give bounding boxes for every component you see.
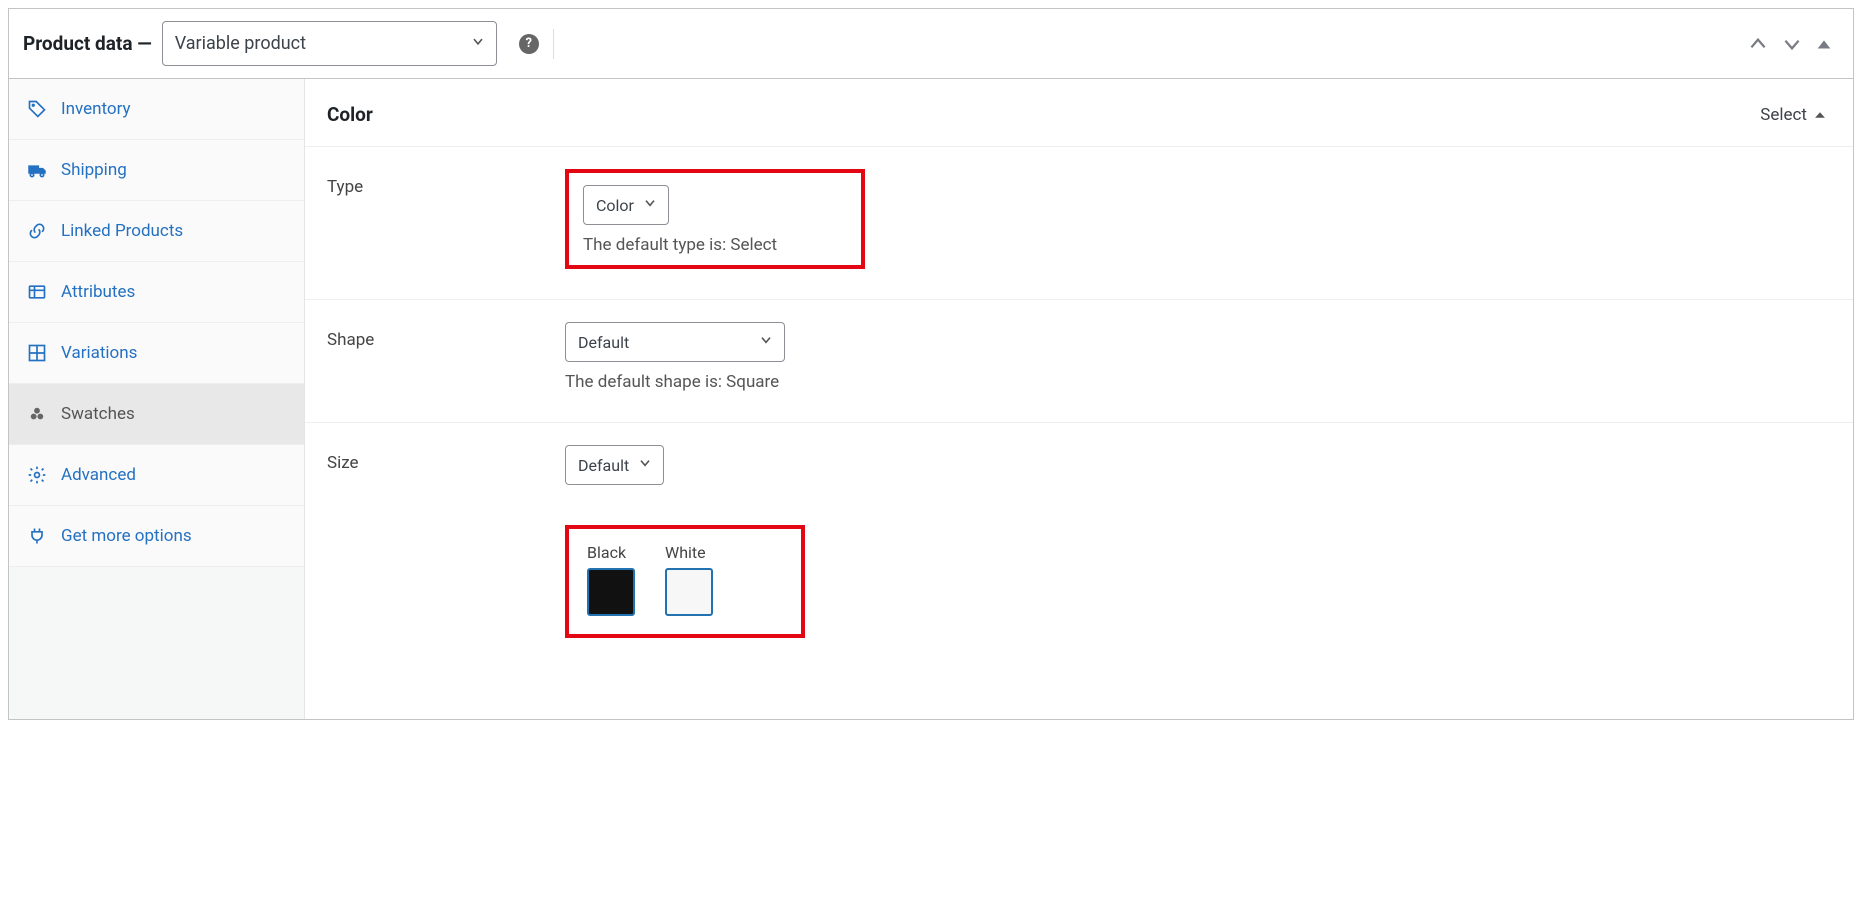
highlight-box-swatches: Black White xyxy=(565,525,805,638)
price-tag-icon xyxy=(27,99,47,119)
sidebar-item-attributes[interactable]: Attributes xyxy=(9,262,304,323)
shape-label: Shape xyxy=(327,322,565,350)
swatch-black[interactable] xyxy=(587,568,635,616)
sidebar-item-label: Variations xyxy=(61,343,137,363)
swatch-label: White xyxy=(665,543,706,562)
highlight-box-type: Color The default type is: Select xyxy=(565,169,865,269)
size-label: Size xyxy=(327,445,565,473)
row-type: Type Color The default type is: Select xyxy=(305,146,1853,299)
attribute-title: Color xyxy=(327,103,1760,126)
type-select[interactable]: Color xyxy=(583,185,669,225)
sidebar-item-linked-products[interactable]: Linked Products xyxy=(9,201,304,262)
chevron-down-icon xyxy=(758,332,774,352)
sidebar-item-label: Inventory xyxy=(61,99,131,119)
size-select[interactable]: Default xyxy=(565,445,664,485)
sidebar-item-advanced[interactable]: Advanced xyxy=(9,445,304,506)
plug-icon xyxy=(27,526,47,546)
shape-select[interactable]: Default xyxy=(565,322,785,362)
sidebar-item-swatches[interactable]: Swatches xyxy=(9,384,304,445)
product-type-select[interactable]: Variable product xyxy=(162,21,497,66)
sidebar-item-inventory[interactable]: Inventory xyxy=(9,79,304,140)
shape-hint: The default shape is: Square xyxy=(565,372,1827,392)
link-icon xyxy=(27,221,47,241)
caret-up-icon xyxy=(1813,108,1827,122)
swatch-white[interactable] xyxy=(665,568,713,616)
sidebar-item-variations[interactable]: Variations xyxy=(9,323,304,384)
sidebar: Inventory Shipping Linked Products Attri… xyxy=(9,79,305,719)
chevron-down-icon xyxy=(637,455,653,475)
swatch-item-white: White xyxy=(665,543,713,616)
sidebar-item-shipping[interactable]: Shipping xyxy=(9,140,304,201)
sidebar-item-label: Attributes xyxy=(61,282,135,302)
help-icon[interactable]: ? xyxy=(519,34,539,54)
divider xyxy=(553,29,554,59)
main-content: Color Select Type Color xyxy=(305,79,1853,719)
product-data-panel: Product data — Variable product ? xyxy=(8,8,1854,720)
panel-header: Product data — Variable product ? xyxy=(9,9,1853,79)
chevron-down-icon xyxy=(470,33,486,54)
type-hint: The default type is: Select xyxy=(583,235,847,255)
chevron-down-icon xyxy=(642,195,658,215)
select-link-label: Select xyxy=(1760,105,1807,125)
collapse-panel-icon[interactable] xyxy=(1809,33,1839,55)
sidebar-item-label: Shipping xyxy=(61,160,127,180)
sidebar-item-get-more-options[interactable]: Get more options xyxy=(9,506,304,567)
shape-value: Default xyxy=(578,333,629,352)
size-value: Default xyxy=(578,456,629,475)
panel-title: Product data — xyxy=(23,32,152,55)
grid-icon xyxy=(27,343,47,363)
attribute-select-toggle[interactable]: Select xyxy=(1760,105,1827,125)
sidebar-item-label: Swatches xyxy=(61,404,135,424)
type-label: Type xyxy=(327,169,565,197)
sidebar-item-label: Get more options xyxy=(61,526,192,546)
move-down-icon[interactable] xyxy=(1775,31,1809,57)
gear-icon xyxy=(27,465,47,485)
panel-body: Inventory Shipping Linked Products Attri… xyxy=(9,79,1853,719)
row-size: Size Default xyxy=(305,422,1853,515)
list-icon xyxy=(27,282,47,302)
attribute-section-header: Color Select xyxy=(305,79,1853,146)
sidebar-item-label: Advanced xyxy=(61,465,136,485)
sidebar-item-label: Linked Products xyxy=(61,221,183,241)
dots-icon xyxy=(27,404,47,424)
move-up-icon[interactable] xyxy=(1741,31,1775,57)
swatch-label: Black xyxy=(587,543,626,562)
swatch-item-black: Black xyxy=(587,543,635,616)
type-value: Color xyxy=(596,196,634,215)
product-type-value: Variable product xyxy=(175,33,306,54)
row-shape: Shape Default The default shape is: Squa… xyxy=(305,299,1853,422)
row-swatches: Black White xyxy=(305,515,1853,668)
truck-icon xyxy=(27,160,47,180)
